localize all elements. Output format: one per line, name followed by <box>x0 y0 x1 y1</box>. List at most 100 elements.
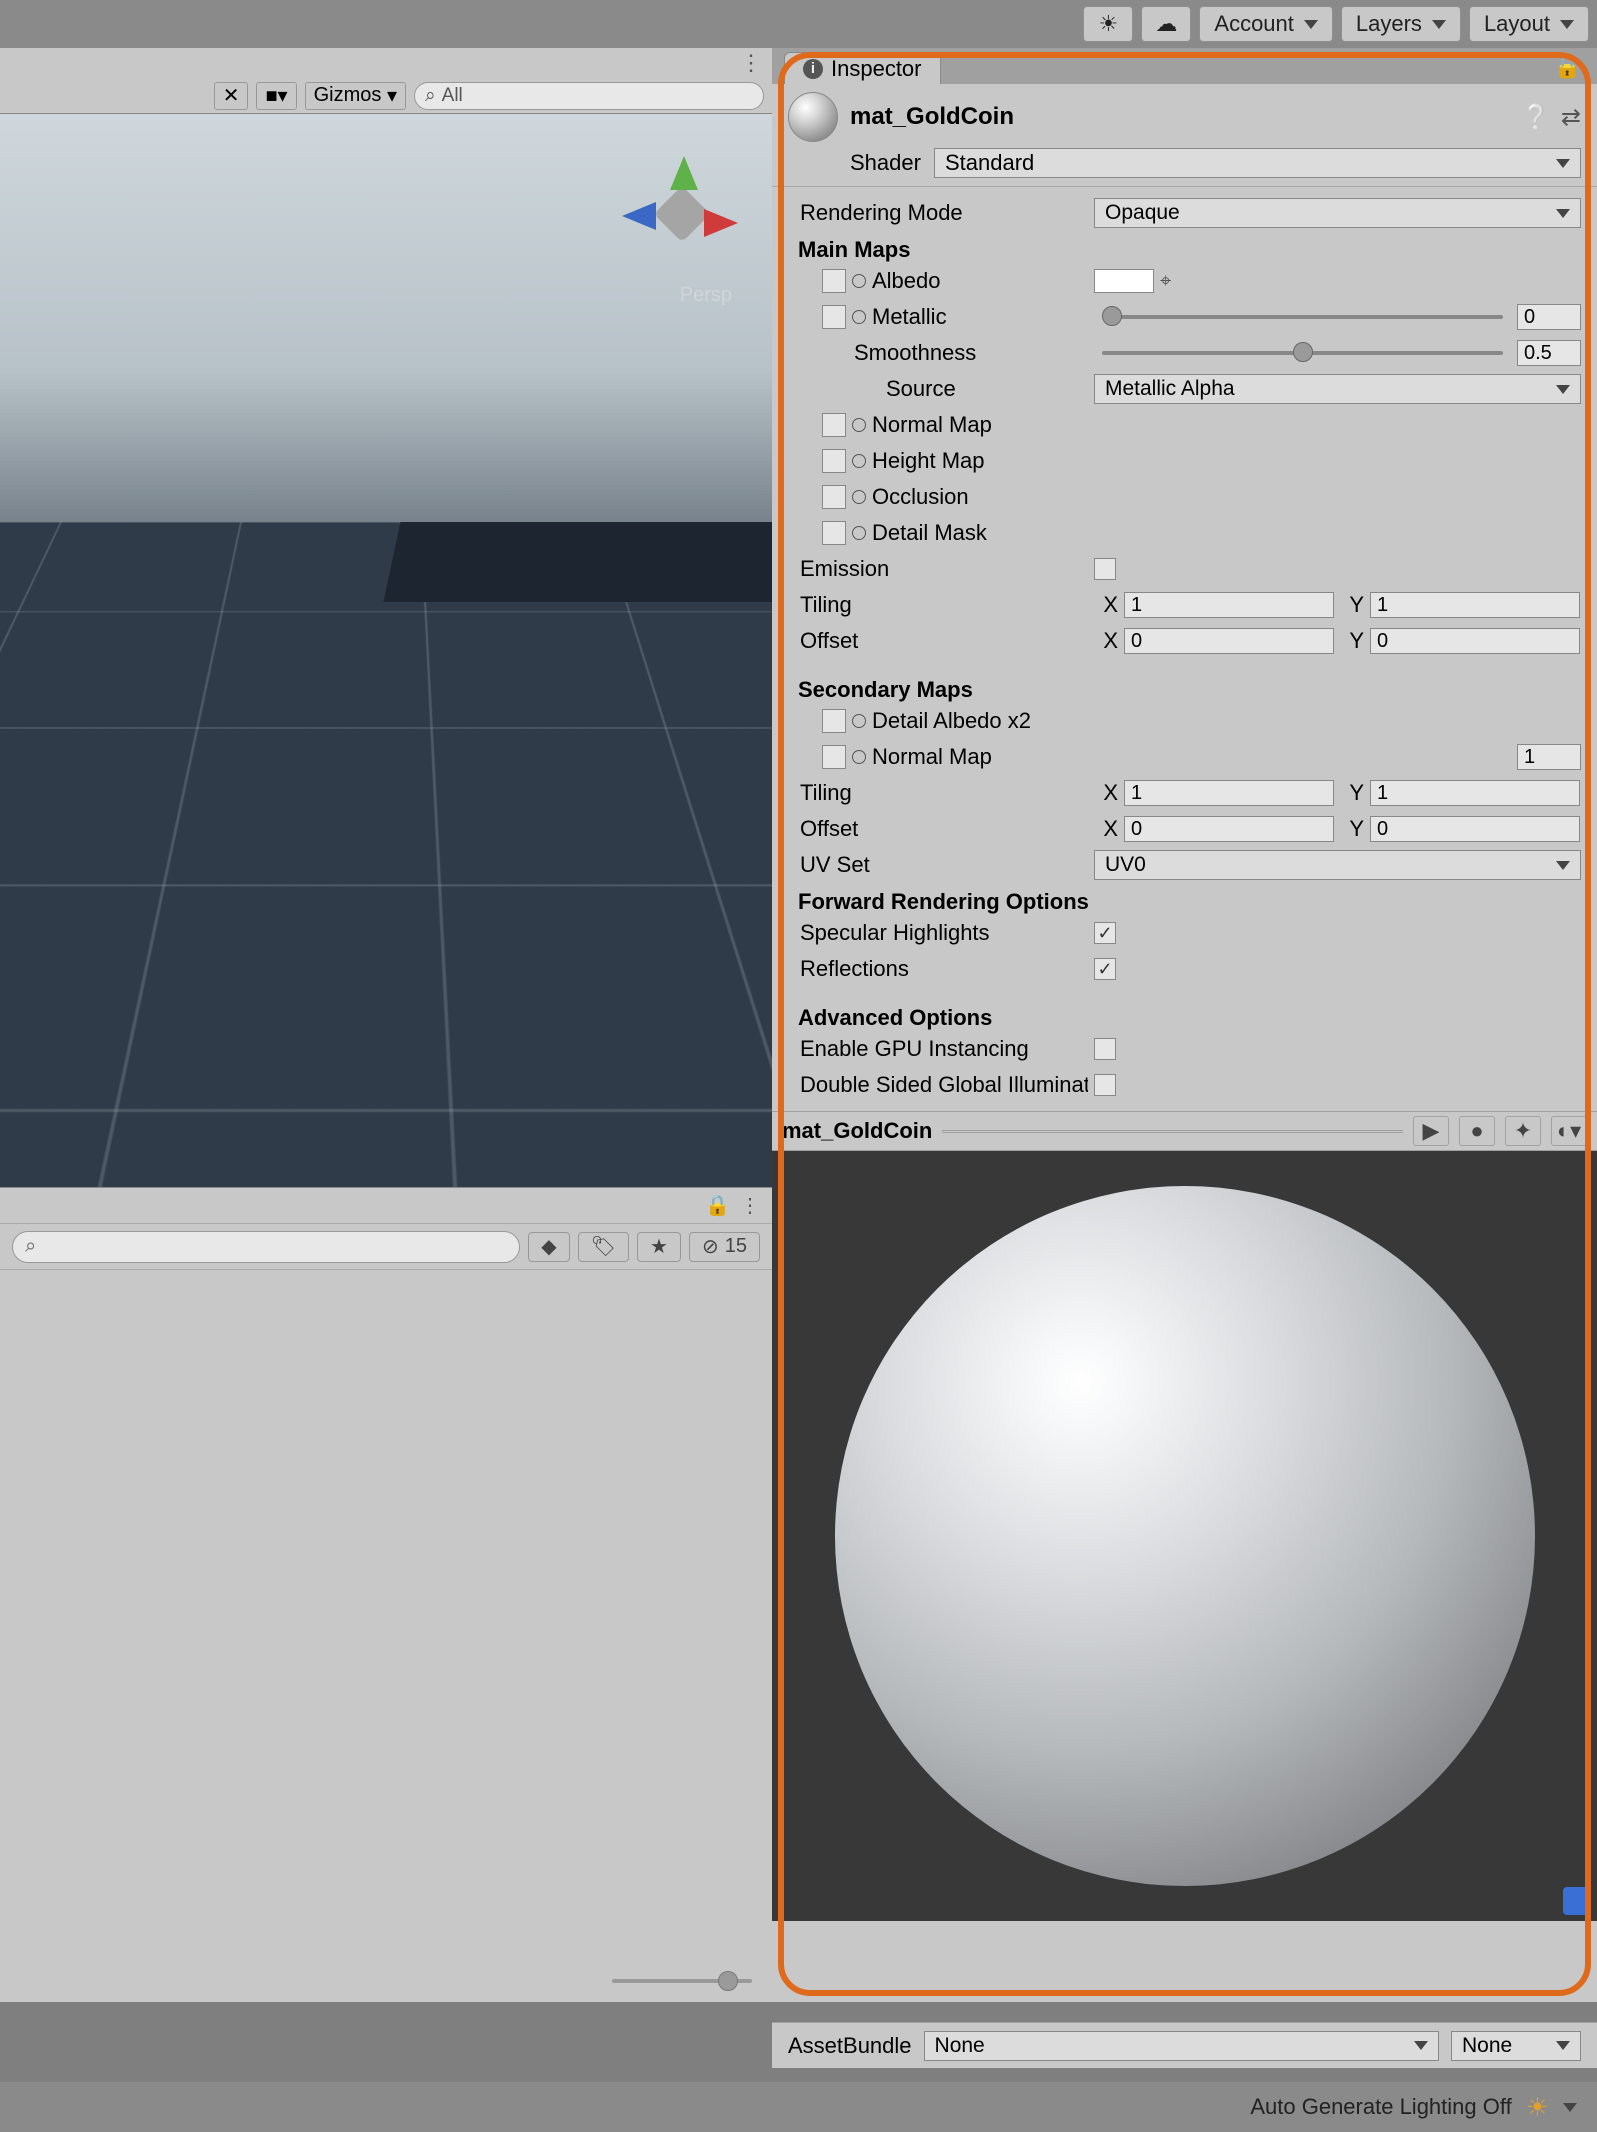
lightbulb-icon[interactable]: ☀ <box>1526 2092 1549 2123</box>
tiling2-y-input[interactable]: 1 <box>1370 780 1580 806</box>
offset2-x-input[interactable]: 0 <box>1124 816 1334 842</box>
preset-icon[interactable]: ⇄ <box>1561 103 1581 132</box>
albedo-texture-slot[interactable] <box>822 269 846 293</box>
chevron-down-icon <box>1556 2041 1570 2050</box>
smoothness-slider[interactable] <box>1102 351 1503 355</box>
smoothness-source-dropdown[interactable]: Metallic Alpha <box>1094 374 1581 404</box>
metallic-texture-slot[interactable] <box>822 305 846 329</box>
detailmask-texture-slot[interactable] <box>822 521 846 545</box>
tiling-x-input[interactable]: 1 <box>1124 592 1334 618</box>
tiling-y-input[interactable]: 1 <box>1370 592 1580 618</box>
preview-env-button[interactable]: ◐▾ <box>1551 1116 1587 1146</box>
assetbundle-name-dropdown[interactable]: None <box>924 2031 1439 2061</box>
normalmap-picker-icon[interactable] <box>852 418 866 432</box>
scene-geometry <box>383 522 772 602</box>
preview-shape-button[interactable]: ● <box>1459 1116 1495 1146</box>
normalmap2-picker-icon[interactable] <box>852 750 866 764</box>
thumbnail-size-slider[interactable] <box>612 1979 752 1983</box>
preview-drag-handle[interactable] <box>942 1130 1403 1133</box>
advanced-opts-header: Advanced Options <box>798 1005 1581 1031</box>
inspector-lock-icon[interactable]: 🔒 <box>1554 54 1581 84</box>
editor-top-bar: ☀ ☁ Account Layers Layout <box>0 0 1597 48</box>
shader-value: Standard <box>945 150 1034 176</box>
source-value: Metallic Alpha <box>1105 377 1235 401</box>
gpu-instancing-checkbox[interactable] <box>1094 1038 1116 1060</box>
status-bar: Auto Generate Lighting Off ☀ <box>0 2082 1597 2132</box>
help-icon[interactable]: ❔ <box>1521 103 1551 132</box>
layers-dropdown[interactable]: Layers <box>1341 6 1461 42</box>
normalmap-texture-slot[interactable] <box>822 413 846 437</box>
double-sided-gi-checkbox[interactable] <box>1094 1074 1116 1096</box>
preview-play-button[interactable]: ▶ <box>1413 1116 1449 1146</box>
slider-knob[interactable] <box>1102 306 1122 326</box>
lighting-icon[interactable]: ☀ <box>1083 6 1133 42</box>
search-icon: ⌕ <box>425 85 436 107</box>
account-dropdown[interactable]: Account <box>1199 6 1333 42</box>
uv-set-value: UV0 <box>1105 853 1146 877</box>
panel-menu-icon[interactable]: ⋮ <box>740 1193 760 1218</box>
filter-label-button[interactable]: 🏷 <box>578 1232 629 1262</box>
rendering-mode-dropdown[interactable]: Opaque <box>1094 198 1581 228</box>
detail-albedo-label: Detail Albedo x2 <box>872 708 1031 734</box>
hidden-icon: ⊘ <box>702 1234 719 1259</box>
chevron-down-icon <box>1414 2041 1428 2050</box>
preview-resize-handle[interactable] <box>1563 1887 1591 1915</box>
scene-search-input[interactable]: ⌕ All <box>414 82 764 110</box>
assetbundle-label: AssetBundle <box>788 2033 912 2059</box>
offset-x-input[interactable]: 0 <box>1124 628 1334 654</box>
orientation-gizmo[interactable] <box>622 154 742 274</box>
tiling2-x-input[interactable]: 1 <box>1124 780 1334 806</box>
offset2-y-input[interactable]: 0 <box>1370 816 1580 842</box>
offset-y-input[interactable]: 0 <box>1370 628 1580 654</box>
smoothness-label: Smoothness <box>854 340 976 366</box>
secondary-maps-header: Secondary Maps <box>798 677 1581 703</box>
smoothness-value-input[interactable]: 0.5 <box>1517 340 1581 366</box>
slider-thumb[interactable] <box>718 1971 738 1991</box>
occlusion-texture-slot[interactable] <box>822 485 846 509</box>
gizmos-dropdown[interactable]: Gizmos ▾ <box>305 82 406 110</box>
material-preview-viewport[interactable] <box>772 1151 1597 1921</box>
emission-checkbox[interactable] <box>1094 558 1116 580</box>
filter-type-button[interactable]: ◆ <box>528 1232 569 1262</box>
metallic-slider[interactable] <box>1102 315 1503 319</box>
slider-knob[interactable] <box>1293 342 1313 362</box>
hidden-count-button[interactable]: ⊘ 15 <box>689 1232 760 1262</box>
chevron-down-icon <box>1556 861 1570 870</box>
cloud-icon[interactable]: ☁ <box>1141 6 1191 42</box>
metallic-value-input[interactable]: 0 <box>1517 304 1581 330</box>
uv-set-dropdown[interactable]: UV0 <box>1094 850 1581 880</box>
favorite-button[interactable]: ★ <box>637 1232 681 1262</box>
albedo-picker-icon[interactable] <box>852 274 866 288</box>
heightmap-picker-icon[interactable] <box>852 454 866 468</box>
detailmask-picker-icon[interactable] <box>852 526 866 540</box>
metallic-picker-icon[interactable] <box>852 310 866 324</box>
specular-highlights-checkbox[interactable]: ✓ <box>1094 922 1116 944</box>
detail-albedo-picker-icon[interactable] <box>852 714 866 728</box>
project-search-input[interactable]: ⌕ <box>12 1231 520 1263</box>
eyedropper-icon[interactable]: ⌖ <box>1160 270 1171 293</box>
inspector-tab[interactable]: i Inspector <box>784 52 941 84</box>
scene-panel-menu[interactable]: ⋮ <box>0 48 772 78</box>
layout-dropdown[interactable]: Layout <box>1469 6 1589 42</box>
tools-icon[interactable]: ✕ <box>214 82 249 110</box>
assetbundle-variant-dropdown[interactable]: None <box>1451 2031 1581 2061</box>
project-panel: 🔒 ⋮ ⌕ ◆ 🏷 ★ ⊘ 15 <box>0 1187 772 2002</box>
heightmap-texture-slot[interactable] <box>822 449 846 473</box>
reflections-checkbox[interactable]: ✓ <box>1094 958 1116 980</box>
detail-albedo-texture-slot[interactable] <box>822 709 846 733</box>
occlusion-picker-icon[interactable] <box>852 490 866 504</box>
albedo-color-swatch[interactable] <box>1094 269 1154 293</box>
scene-viewport[interactable]: Persp <box>0 114 772 1187</box>
shader-dropdown[interactable]: Standard <box>934 148 1581 178</box>
camera-icon[interactable]: ■▾ <box>256 82 296 110</box>
rendering-mode-value: Opaque <box>1105 201 1180 225</box>
gizmo-center <box>654 186 711 243</box>
preview-light-button[interactable]: ✦ <box>1505 1116 1541 1146</box>
normalmap2-texture-slot[interactable] <box>822 745 846 769</box>
material-preview-header: mat_GoldCoin ▶ ● ✦ ◐▾ <box>772 1111 1597 1151</box>
project-body[interactable] <box>0 1270 772 1960</box>
chevron-down-icon[interactable] <box>1563 2103 1577 2112</box>
normalmap2-value-input[interactable]: 1 <box>1517 744 1581 770</box>
metallic-label: Metallic <box>872 304 947 330</box>
lock-icon[interactable]: 🔒 <box>705 1193 730 1218</box>
